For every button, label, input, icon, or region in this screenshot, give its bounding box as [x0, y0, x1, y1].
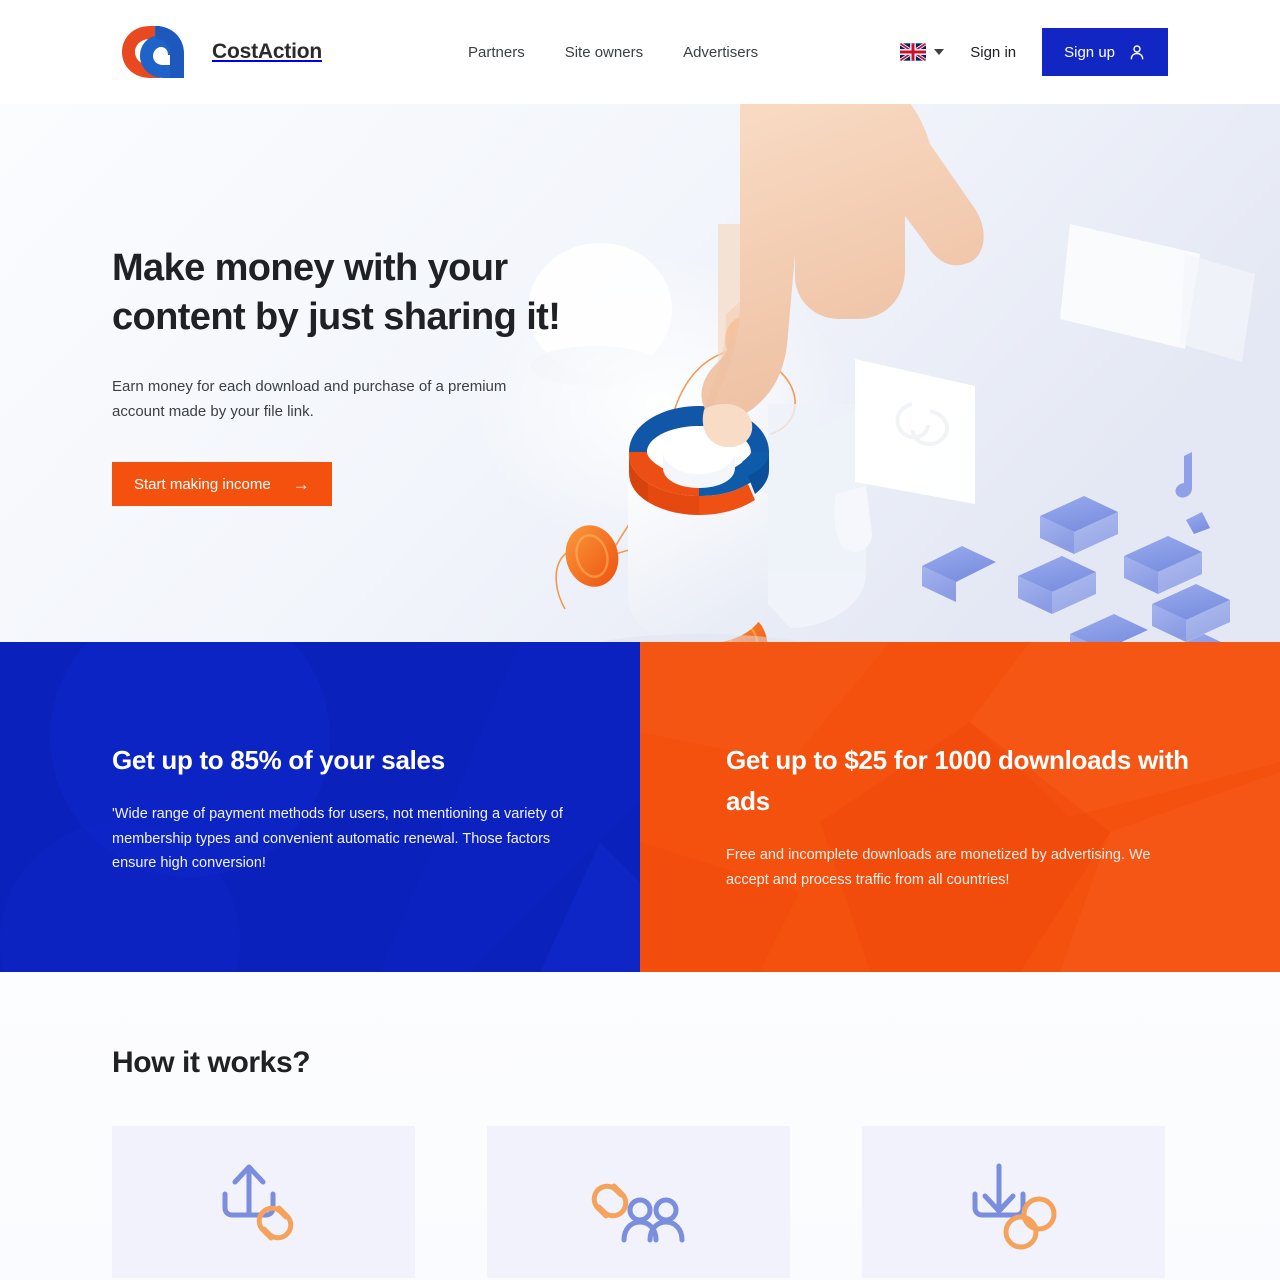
hero-title-line-1: Make money with your — [112, 247, 508, 289]
sales-share-body: 'Wide range of payment methods for users… — [112, 806, 563, 871]
how-it-works-section: How it works? — [0, 972, 1280, 1280]
brand-logo-link[interactable]: CostAction — [112, 23, 322, 81]
sign-up-button[interactable]: Sign up — [1042, 28, 1168, 76]
earn-money-card[interactable] — [862, 1126, 1165, 1278]
start-making-income-button[interactable]: Start making income → — [112, 462, 332, 506]
chevron-down-icon — [934, 49, 945, 55]
header-actions: Sign in Sign up — [900, 28, 1168, 76]
sales-share-panel: Get up to 85% of your sales 'Wide range … — [0, 642, 640, 972]
upload-link-icon — [222, 1164, 293, 1241]
site-header: CostAction Partners Site owners Advertis… — [0, 0, 1280, 104]
language-selector[interactable] — [900, 43, 945, 61]
how-it-works-cards — [112, 1126, 1168, 1278]
download-coins-icon — [972, 1163, 1056, 1250]
nav-item-partners[interactable]: Partners — [468, 44, 525, 61]
upload-file-card[interactable] — [112, 1126, 415, 1278]
sign-up-label: Sign up — [1064, 43, 1115, 61]
ads-revenue-body: Free and incomplete downloads are moneti… — [726, 847, 1151, 888]
hero-subtitle: Earn money for each download and purchas… — [112, 378, 507, 420]
main-nav: Partners Site owners Advertisers — [468, 44, 758, 61]
sales-share-heading: Get up to 85% of your sales — [112, 745, 445, 775]
hero-title: Make money with your content by just sha… — [112, 244, 582, 342]
hero-title-line-2: content by just sharing it! — [112, 296, 561, 338]
brand-name: CostAction — [212, 40, 322, 63]
nav-item-advertisers[interactable]: Advertisers — [683, 44, 758, 61]
uk-flag-icon — [900, 43, 927, 61]
hero-section: Make money with your content by just sha… — [0, 104, 1280, 642]
share-link-card[interactable] — [487, 1126, 790, 1278]
value-props-section: Get up to 85% of your sales 'Wide range … — [0, 642, 1280, 972]
hero-copy: Make money with your content by just sha… — [112, 244, 582, 506]
arrow-right-icon: → — [292, 474, 310, 494]
ads-revenue-panel: Get up to $25 for 1000 downloads with ad… — [640, 642, 1280, 972]
sign-in-link[interactable]: Sign in — [970, 44, 1016, 61]
how-it-works-title: How it works? — [112, 1046, 311, 1079]
link-users-icon — [591, 1183, 684, 1243]
user-icon — [1130, 45, 1144, 60]
ads-revenue-heading: Get up to $25 for 1000 downloads with ad… — [726, 745, 1189, 816]
nav-item-site-owners[interactable]: Site owners — [565, 44, 643, 61]
costaction-logo-icon — [122, 26, 184, 78]
cta-label: Start making income — [134, 475, 271, 493]
